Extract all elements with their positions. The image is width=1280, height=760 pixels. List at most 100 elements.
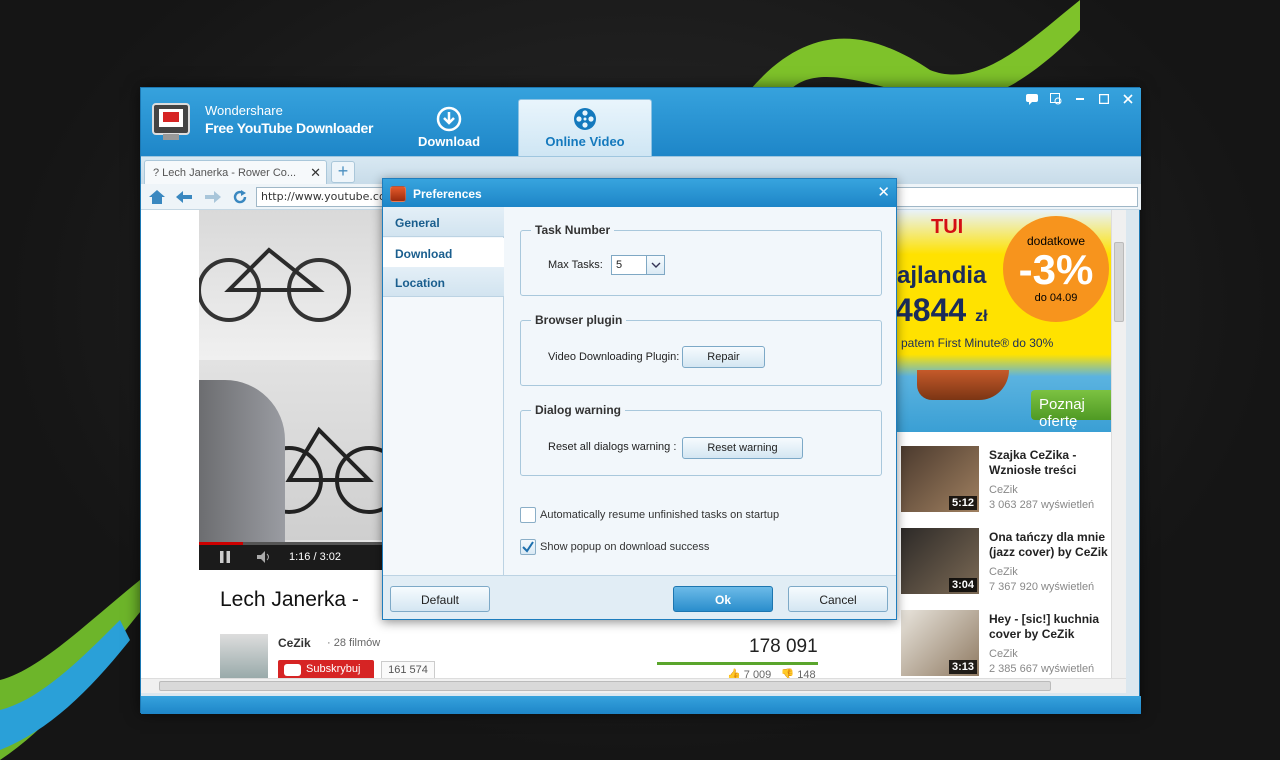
reset-warning-button[interactable]: Reset warning (682, 437, 803, 459)
video-player[interactable] (199, 210, 383, 570)
ad-country: ajlandia (897, 262, 987, 289)
channel-name[interactable]: CeZik (278, 636, 311, 650)
new-tab-button[interactable]: + (331, 161, 355, 183)
view-count: 178 091 (749, 636, 818, 657)
cancel-button[interactable]: Cancel (788, 586, 888, 612)
tab-close-icon[interactable]: ✕ (310, 165, 321, 181)
ad-currency: zł (975, 308, 988, 325)
dialog-warning-group: Dialog warning Reset all dialogs warning… (520, 403, 882, 476)
thumbs-up-icon[interactable]: 👍 (727, 669, 741, 678)
ad-price-value: 4844 (895, 292, 967, 328)
max-tasks-select[interactable]: 5 (611, 255, 665, 275)
sidebar-item-location[interactable]: Location (383, 267, 504, 297)
related-title[interactable]: Ona tańczy dla mnie (jazz cover) by CeZi… (989, 530, 1125, 560)
preferences-sidebar: General Download Location (383, 207, 504, 575)
related-views: 2 385 667 wyświetleń (989, 663, 1095, 675)
horizontal-scrollbar[interactable] (141, 678, 1126, 693)
video-time: 1:16 / 3:02 (289, 551, 341, 563)
ad-badge-value: -3% (1018, 246, 1094, 293)
subscribe-button[interactable]: Subskrybuj (278, 660, 374, 678)
duration-badge: 3:04 (948, 578, 977, 592)
list-item[interactable]: 5:12 Szajka CeZika - Wzniosłe treści CeZ… (901, 446, 1126, 516)
app-small-icon (390, 186, 406, 202)
resume-tasks-checkbox[interactable] (520, 507, 536, 523)
pause-icon[interactable] (219, 551, 231, 563)
vertical-scrollbar[interactable] (1111, 210, 1126, 678)
ad-badge-bottom: do 04.09 (1034, 292, 1078, 304)
brand-line-1: Wondershare (205, 103, 283, 118)
sidebar-item-download[interactable]: Download (383, 238, 504, 268)
plugin-label: Video Downloading Plugin: (548, 351, 680, 363)
related-channel: CeZik (989, 648, 1018, 660)
tab-download-label: Download (417, 134, 481, 149)
download-circle-icon (436, 106, 462, 132)
sidebar-item-general[interactable]: General (383, 207, 504, 237)
preferences-dialog: Preferences ✕ General Download Location … (382, 178, 897, 620)
ok-button[interactable]: Ok (673, 586, 773, 612)
wallpaper-swoosh-top (750, 0, 1080, 90)
video-progress-bar[interactable] (199, 542, 383, 545)
forward-arrow-icon[interactable] (203, 187, 223, 207)
video-controls: 1:16 / 3:02 (199, 542, 383, 570)
maximize-icon[interactable] (1095, 90, 1113, 108)
related-views: 3 063 287 wyświetleń (989, 499, 1095, 511)
back-arrow-icon[interactable] (174, 187, 194, 207)
register-icon[interactable] (1047, 90, 1065, 108)
default-button[interactable]: Default (390, 586, 490, 612)
home-icon[interactable] (147, 187, 167, 207)
ad-price: 4844 zł (895, 292, 988, 329)
refresh-icon[interactable] (230, 187, 250, 207)
group-title: Dialog warning (531, 403, 626, 417)
like-counts: 👍 7 009 👎 148 (727, 668, 816, 678)
max-tasks-label: Max Tasks: (548, 259, 603, 271)
film-reel-icon (574, 108, 596, 130)
youtube-logo-icon (284, 664, 301, 676)
window-controls (1023, 90, 1137, 108)
subscribe-label: Subskrybuj (306, 663, 361, 675)
video-title: Lech Janerka - (220, 588, 359, 611)
group-title: Browser plugin (531, 313, 627, 327)
chevron-down-icon[interactable] (646, 256, 664, 274)
task-number-group: Task Number Max Tasks: 5 (520, 223, 882, 296)
avatar[interactable] (220, 634, 268, 678)
app-header: Wondershare Free YouTube Downloader Down… (141, 88, 1141, 156)
preferences-content: Task Number Max Tasks: 5 Browser plugin … (504, 207, 896, 575)
tab-download[interactable]: Download (382, 100, 516, 156)
related-views: 7 367 920 wyświetleń (989, 581, 1095, 593)
close-icon[interactable]: ✕ (877, 183, 890, 201)
scrollbar-thumb[interactable] (159, 681, 1051, 691)
related-channel: CeZik (989, 566, 1018, 578)
video-person (199, 380, 285, 550)
dislike-count: 148 (797, 669, 816, 678)
channel-video-count: · 28 filmów (327, 637, 381, 649)
tab-online-video-label: Online Video (545, 134, 625, 149)
dialog-title: Preferences (413, 187, 482, 201)
browser-tab[interactable]: ? Lech Janerka - Rower Co... ✕ (144, 160, 327, 185)
thumbs-down-icon[interactable]: 👎 (780, 669, 794, 678)
related-thumbnail[interactable]: 5:12 (901, 446, 979, 512)
like-count: 7 009 (743, 669, 772, 678)
subscriber-count: 161 574 (381, 661, 435, 678)
app-logo-icon (152, 103, 190, 140)
minimize-icon[interactable] (1071, 90, 1089, 108)
repair-button[interactable]: Repair (682, 346, 765, 368)
popup-success-checkbox[interactable] (520, 539, 536, 555)
related-title[interactable]: Hey - [sic!] kuchnia cover by CeZik (989, 612, 1125, 642)
volume-icon[interactable] (257, 551, 271, 563)
scrollbar-thumb[interactable] (1114, 242, 1124, 322)
tab-online-video[interactable]: Online Video (518, 99, 652, 156)
brand-line-2: Free YouTube Downloader (205, 120, 374, 136)
feedback-icon[interactable] (1023, 90, 1041, 108)
status-bar (141, 696, 1141, 714)
related-title[interactable]: Szajka CeZika - Wzniosłe treści (989, 448, 1125, 478)
ad-brand: TUI (931, 216, 964, 238)
wallpaper-swoosh-bottom (0, 580, 150, 760)
dialog-titlebar[interactable]: Preferences ✕ (383, 179, 896, 207)
list-item[interactable]: 3:13 Hey - [sic!] kuchnia cover by CeZik… (901, 610, 1126, 678)
list-item[interactable]: 3:04 Ona tańczy dla mnie (jazz cover) by… (901, 528, 1126, 598)
popup-success-label: Show popup on download success (540, 541, 710, 553)
close-icon[interactable] (1119, 90, 1137, 108)
related-thumbnail[interactable]: 3:04 (901, 528, 979, 594)
advertisement-banner[interactable]: TUI dodatkowe -3% do 04.09 ajlandia 4844… (889, 210, 1124, 432)
related-thumbnail[interactable]: 3:13 (901, 610, 979, 676)
